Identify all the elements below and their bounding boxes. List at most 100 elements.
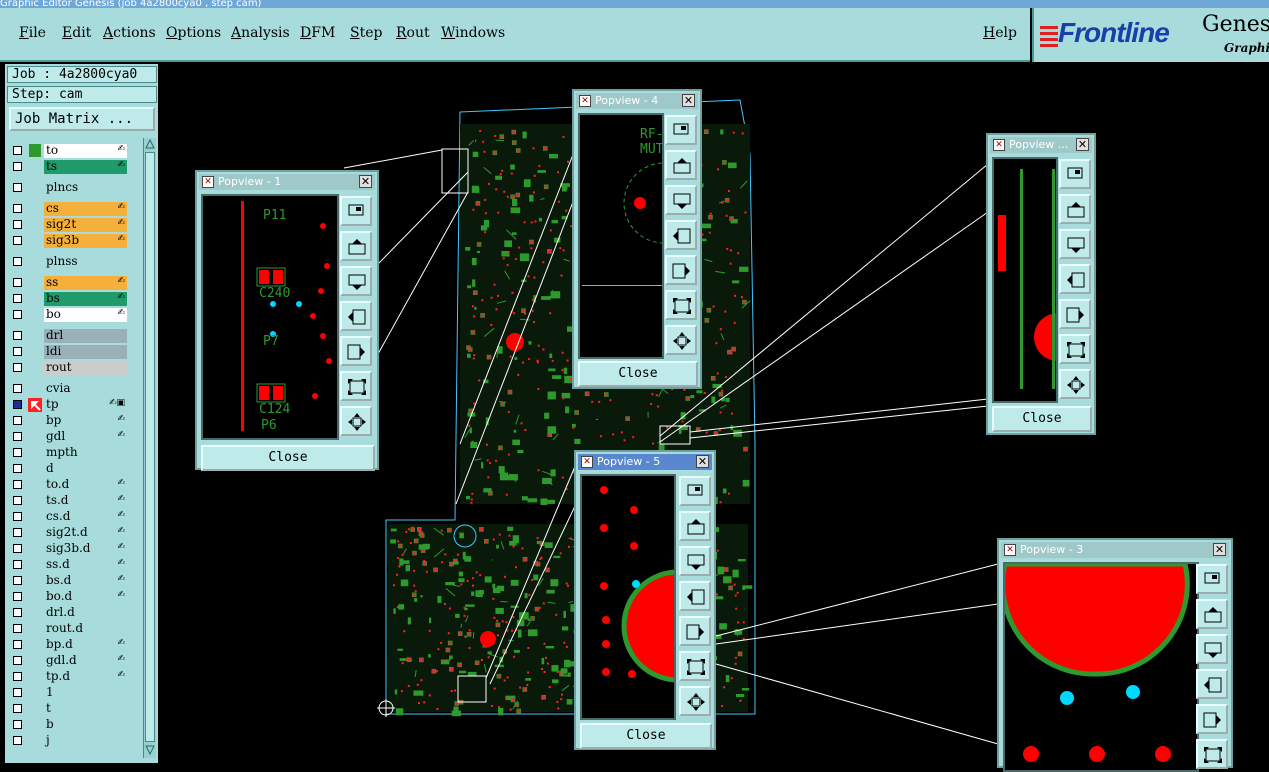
layer-checkbox[interactable] [13,400,22,409]
layer-row[interactable]: gdl.d✍ [9,653,135,669]
popview-viewport[interactable]: RF-MUT [578,113,664,359]
popview-title-bar[interactable]: ✕Popview - 4✕ [576,93,698,109]
popview-nav-button[interactable] [1059,159,1091,189]
layer-row[interactable]: mpth [9,445,135,461]
window-menu-icon[interactable]: ✕ [202,176,214,188]
layer-checkbox[interactable] [13,624,22,633]
popview-nav-button[interactable] [679,616,711,646]
popview-title-bar[interactable]: ✕Popview - 3✕ [1001,542,1229,558]
layer-row[interactable]: ss✍ [9,275,135,291]
popview-window[interactable]: ✕Popview - 3✕ [997,538,1233,768]
layer-checkbox[interactable] [13,656,22,665]
layer-checkbox[interactable] [13,528,22,537]
layer-row[interactable]: ldi [9,344,135,360]
layer-row[interactable]: ts✍ [9,159,135,175]
popview-nav-button[interactable] [340,301,372,331]
layer-row[interactable]: to✍ [9,143,135,159]
popview-viewport[interactable] [1003,562,1199,772]
close-icon[interactable]: ✕ [682,94,695,107]
window-menu-icon[interactable]: ✕ [993,139,1005,151]
layer-checkbox[interactable] [13,363,22,372]
popview-title-bar[interactable]: ✕Popview - 1✕ [199,174,375,190]
layer-checkbox[interactable] [13,592,22,601]
window-menu-icon[interactable]: ✕ [1004,544,1016,556]
layer-row[interactable]: rout.d [9,621,135,637]
popview-nav-button[interactable] [665,150,697,180]
layer-checkbox[interactable] [13,576,22,585]
popview-nav-button[interactable] [340,336,372,366]
layer-checkbox[interactable] [13,310,22,319]
layer-row[interactable]: drl [9,328,135,344]
layer-row[interactable]: sig3b✍ [9,233,135,249]
scroll-down-icon[interactable] [145,745,155,755]
layer-checkbox[interactable] [13,432,22,441]
popview-nav-button[interactable] [1059,334,1091,364]
layer-checkbox[interactable] [13,688,22,697]
layer-checkbox[interactable] [13,480,22,489]
layer-checkbox[interactable] [13,146,22,155]
layer-checkbox[interactable] [13,294,22,303]
layer-row[interactable]: d [9,461,135,477]
layer-row[interactable]: rout [9,360,135,376]
menu-actions[interactable]: Actions [103,25,156,41]
layer-checkbox[interactable] [13,204,22,213]
popview-nav-button[interactable] [1059,264,1091,294]
layer-checkbox[interactable] [13,544,22,553]
popview-nav-button[interactable] [1196,739,1228,769]
popview-nav-button[interactable] [665,325,697,355]
popview-nav-button[interactable] [665,290,697,320]
popview-close-button[interactable]: Close [578,361,698,387]
layer-row[interactable]: gdl✍ [9,429,135,445]
layer-checkbox[interactable] [13,448,22,457]
layer-row[interactable]: cs✍ [9,201,135,217]
close-icon[interactable]: ✕ [1213,543,1226,556]
popview-nav-button[interactable] [665,220,697,250]
layer-row[interactable]: plncs [9,180,135,196]
layer-checkbox[interactable] [13,720,22,729]
layer-checkbox[interactable] [13,416,22,425]
layer-row[interactable]: b [9,717,135,733]
layer-checkbox[interactable] [13,384,22,393]
popview-nav-button[interactable] [1196,704,1228,734]
layer-row[interactable]: cvia [9,381,135,397]
popview-nav-button[interactable] [1059,194,1091,224]
popview-nav-button[interactable] [1196,564,1228,594]
popview-nav-button[interactable] [340,196,372,226]
popview-nav-button[interactable] [1059,369,1091,399]
menu-rout[interactable]: Rout [396,25,430,41]
menu-windows[interactable]: Windows [441,25,505,41]
layer-row[interactable]: bp✍ [9,413,135,429]
layer-checkbox[interactable] [13,331,22,340]
layer-row[interactable]: bo✍ [9,307,135,323]
popview-nav-button[interactable] [679,546,711,576]
menu-dfm[interactable]: DFM [300,25,335,41]
menu-analysis[interactable]: Analysis [231,25,290,41]
layer-row[interactable]: sig2t✍ [9,217,135,233]
layer-row[interactable]: sig2t.d✍ [9,525,135,541]
popview-nav-button[interactable] [340,406,372,436]
layer-checkbox[interactable] [13,512,22,521]
popview-nav-button[interactable] [665,255,697,285]
window-menu-icon[interactable]: ✕ [579,95,591,107]
layer-checkbox[interactable] [13,640,22,649]
layer-checkbox[interactable] [13,560,22,569]
layer-row[interactable]: cs.d✍ [9,509,135,525]
layer-checkbox[interactable] [13,183,22,192]
popview-window[interactable]: ✕Popview - 1✕P11C240P7C124P6Close [195,170,379,470]
popview-nav-button[interactable] [679,581,711,611]
popview-viewport[interactable]: P11C240P7C124P6 [201,194,339,440]
popview-nav-button[interactable] [679,476,711,506]
popview-window[interactable]: ✕Popview ...✕Close [986,133,1096,435]
menu-options[interactable]: Options [166,25,221,41]
layer-scrollbar[interactable] [143,138,156,758]
layer-row[interactable]: bo.d✍ [9,589,135,605]
layer-row[interactable]: tp✍▣ [9,397,135,413]
menu-step[interactable]: Step [350,25,382,41]
popview-nav-button[interactable] [1059,299,1091,329]
layer-row[interactable]: 1 [9,685,135,701]
close-icon[interactable]: ✕ [359,175,372,188]
popview-title-bar[interactable]: ✕Popview - 5✕ [578,454,712,470]
popview-nav-button[interactable] [679,511,711,541]
layer-row[interactable]: bp.d✍ [9,637,135,653]
layer-checkbox[interactable] [13,162,22,171]
